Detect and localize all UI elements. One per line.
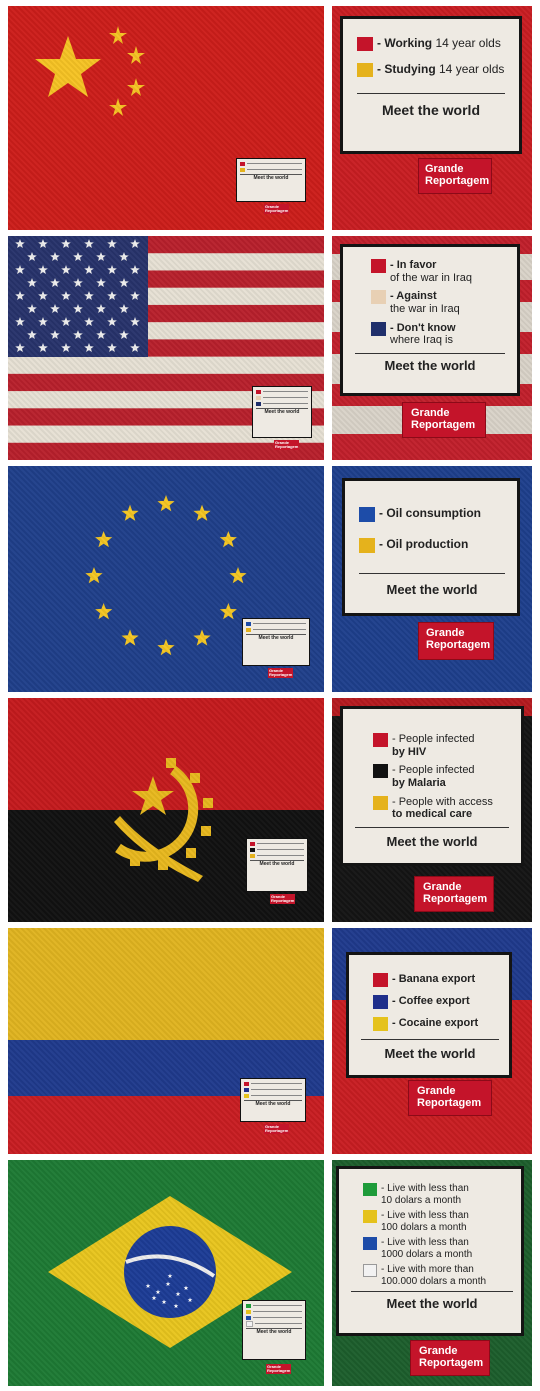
star-icon: [121, 629, 139, 646]
grande-reportagem-logo: Grande Reportagem: [418, 158, 492, 194]
panel-row-usa: Meet the world Grande Reportagem - In fav…: [0, 236, 540, 460]
china-big-star: [35, 36, 101, 97]
grande-reportagem-logo: Grande Reportagem: [408, 1080, 492, 1116]
star-icon: [95, 603, 113, 620]
star-icon: [219, 531, 237, 548]
eu-zoom: - Oil consumption - Oil production Meet …: [332, 466, 532, 692]
angola-legend-card: - People infected by HIV - People infecte…: [340, 706, 524, 866]
legend-item-working: - Working 14 year olds: [357, 36, 505, 51]
eu-mini-badge: Grande Reportagem: [268, 668, 294, 678]
legend-item-medical-care: - People with access to medical care: [373, 795, 509, 821]
usa-zoom: - In favor of the war in Iraq - Against th…: [332, 236, 532, 460]
angola-zoom: - People infected by HIV - People infecte…: [332, 698, 532, 922]
grande-reportagem-logo: Grande Reportagem: [410, 1340, 490, 1376]
grande-reportagem-logo: Grande Reportagem: [418, 622, 494, 660]
brazil-legend-card: - Live with less than 10 dolars a month -…: [336, 1166, 524, 1336]
meet-the-world: Meet the world: [359, 573, 505, 597]
legend-item-coffee: - Coffee export: [373, 995, 499, 1009]
star-icon: [157, 639, 175, 656]
meet-the-world: Meet the world: [357, 93, 505, 118]
star-icon: [95, 531, 113, 548]
star-icon: [157, 495, 175, 512]
china-mini-card: Meet the world: [236, 158, 306, 202]
colombia-mini-meet: Meet the world: [244, 1100, 302, 1107]
star-icon: [193, 629, 211, 646]
usa-mini-meet: Meet the world: [256, 408, 308, 415]
china-mini-meet: Meet the world: [240, 174, 302, 181]
eu-mini-card: Meet the world: [242, 618, 310, 666]
legend-item-malaria: - People infected by Malaria: [373, 764, 509, 789]
eu-flag: Meet the world Grande Reportagem: [8, 466, 324, 692]
colombia-mini-badge: Grande Reportagem: [264, 1124, 290, 1134]
brazil-mini-badge: Grande Reportagem: [266, 1364, 292, 1374]
legend-swatch: [357, 37, 373, 51]
legend-item-dont-know: - Don't know where Iraq is: [371, 321, 505, 347]
legend-item-cocaine: - Cocaine export: [373, 1017, 499, 1031]
brazil-mini-card: Meet the world: [242, 1300, 306, 1360]
colombia-legend-card: - Banana export - Coffee export - Cocain…: [346, 952, 512, 1078]
panel-row-colombia: Meet the world Grande Reportagem - Banana…: [0, 928, 540, 1154]
colombia-mini-card: Meet the world: [240, 1078, 306, 1122]
meet-the-world: Meet the world: [361, 1039, 499, 1061]
legend-swatch: [357, 63, 373, 77]
usa-mini-badge: Grande Reportagem: [274, 440, 300, 450]
panel-row-angola: Meet the world Grande Reportagem - People…: [0, 698, 540, 922]
legend-item-against: - Against the war in Iraq: [371, 290, 505, 315]
legend-item-banana: - Banana export: [373, 973, 499, 987]
angola-mini-meet: Meet the world: [250, 860, 304, 867]
eu-mini-meet: Meet the world: [246, 634, 306, 641]
eu-legend-card: - Oil consumption - Oil production Meet …: [342, 478, 520, 616]
angola-mini-badge: Grande Reportagem: [270, 894, 296, 904]
meet-the-world: Meet the world: [355, 352, 505, 373]
legend-item-less-1000: - Live with less than 1000 dolars a month: [363, 1237, 513, 1260]
panel-row-china: Meet the world Grande Reportagem - Workin…: [0, 6, 540, 230]
legend-item-oil-consumption: - Oil consumption: [359, 506, 505, 522]
meet-the-world: Meet the world: [351, 1291, 513, 1311]
colombia-flag: Meet the world Grande Reportagem: [8, 928, 324, 1154]
usa-stripe: [8, 356, 324, 375]
brazil-globe: [124, 1226, 216, 1318]
colombia-zoom: - Banana export - Coffee export - Cocain…: [332, 928, 532, 1154]
china-mini-badge: Grande Reportagem: [264, 204, 290, 214]
china-legend-card: - Working 14 year olds - Studying 14 yea…: [340, 16, 522, 154]
angola-flag: Meet the world Grande Reportagem: [8, 698, 324, 922]
panel-row-brazil: Meet the world Grande Reportagem - Live w…: [0, 1160, 540, 1386]
brazil-mini-meet: Meet the world: [246, 1328, 302, 1335]
brazil-zoom: - Live with less than 10 dolars a month -…: [332, 1160, 532, 1386]
china-flag: Meet the world Grande Reportagem: [8, 6, 324, 230]
legend-item-less-100: - Live with less than 100 dolars a month: [363, 1210, 513, 1233]
legend-item-hiv: - People infected by HIV: [373, 733, 509, 758]
legend-item-oil-production: - Oil production: [359, 537, 505, 553]
usa-mini-card: Meet the world: [252, 386, 312, 438]
star-icon: [229, 567, 247, 584]
meet-the-world: Meet the world: [355, 826, 509, 849]
brazil-flag: Meet the world Grande Reportagem: [8, 1160, 324, 1386]
legend-item-in-favor: - In favor of the war in Iraq: [371, 259, 505, 284]
legend-item-more-100000: - Live with more than 100.000 dolars a mo…: [363, 1264, 513, 1287]
panel-row-eu: Meet the world Grande Reportagem - Oil co…: [0, 466, 540, 692]
grande-reportagem-logo: Grande Reportagem: [414, 876, 494, 912]
legend-item-less-10: - Live with less than 10 dolars a month: [363, 1183, 513, 1206]
angola-mini-card: Meet the world: [246, 838, 308, 892]
star-icon: [85, 567, 103, 584]
star-icon: [193, 504, 211, 521]
star-icon: [121, 504, 139, 521]
grande-reportagem-logo: Grande Reportagem: [402, 402, 486, 438]
china-zoom: - Working 14 year olds - Studying 14 yea…: [332, 6, 532, 230]
star-icon: [219, 603, 237, 620]
usa-flag: Meet the world Grande Reportagem: [8, 236, 324, 460]
usa-legend-card: - In favor of the war in Iraq - Against th…: [340, 244, 520, 396]
legend-item-studying: - Studying 14 year olds: [357, 62, 505, 77]
